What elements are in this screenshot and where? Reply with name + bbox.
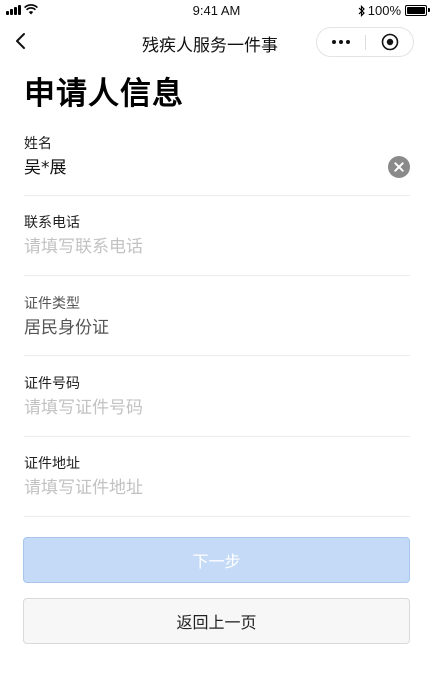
phone-field: 联系电话 请填写联系电话 bbox=[24, 213, 410, 276]
clear-icon[interactable] bbox=[388, 156, 410, 178]
battery-icon bbox=[405, 5, 430, 16]
id-type-select[interactable]: 居民身份证 bbox=[24, 316, 410, 340]
id-address-field: 证件地址 请填写证件地址 bbox=[24, 454, 410, 517]
back-icon[interactable] bbox=[12, 30, 30, 52]
id-type-field: 证件类型 居民身份证 bbox=[24, 294, 410, 356]
target-icon bbox=[381, 33, 399, 51]
mini-program-capsule bbox=[316, 27, 414, 57]
phone-label: 联系电话 bbox=[24, 215, 80, 231]
next-step-button[interactable]: 下一步 bbox=[23, 537, 410, 583]
nav-title: 残疾人服务一件事 bbox=[142, 36, 278, 56]
name-input[interactable]: 吴*展 bbox=[24, 156, 410, 180]
bluetooth-icon bbox=[358, 4, 365, 17]
id-number-input[interactable]: 请填写证件号码 bbox=[24, 396, 410, 420]
id-type-label: 证件类型 bbox=[24, 296, 80, 312]
name-field: 姓名 吴*展 bbox=[24, 134, 410, 196]
more-button[interactable] bbox=[317, 28, 365, 56]
id-number-label: 证件号码 bbox=[24, 376, 80, 392]
page-title: 申请人信息 bbox=[24, 76, 184, 112]
phone-input[interactable]: 请填写联系电话 bbox=[24, 235, 410, 259]
more-icon-dot bbox=[346, 40, 350, 44]
status-bar: 9:41 AM 100% bbox=[0, 0, 433, 22]
status-right: 100% bbox=[358, 3, 430, 18]
more-icon-dot bbox=[332, 40, 336, 44]
id-number-field: 证件号码 请填写证件号码 bbox=[24, 374, 410, 437]
id-address-input[interactable]: 请填写证件地址 bbox=[24, 476, 410, 500]
id-address-label: 证件地址 bbox=[24, 456, 80, 472]
nav-bar: 残疾人服务一件事 bbox=[0, 22, 433, 62]
close-miniprogram-button[interactable] bbox=[366, 28, 414, 56]
name-label: 姓名 bbox=[24, 136, 52, 152]
battery-percentage: 100% bbox=[367, 3, 401, 18]
more-icon-dot bbox=[339, 40, 343, 44]
back-to-previous-button[interactable]: 返回上一页 bbox=[23, 598, 410, 644]
